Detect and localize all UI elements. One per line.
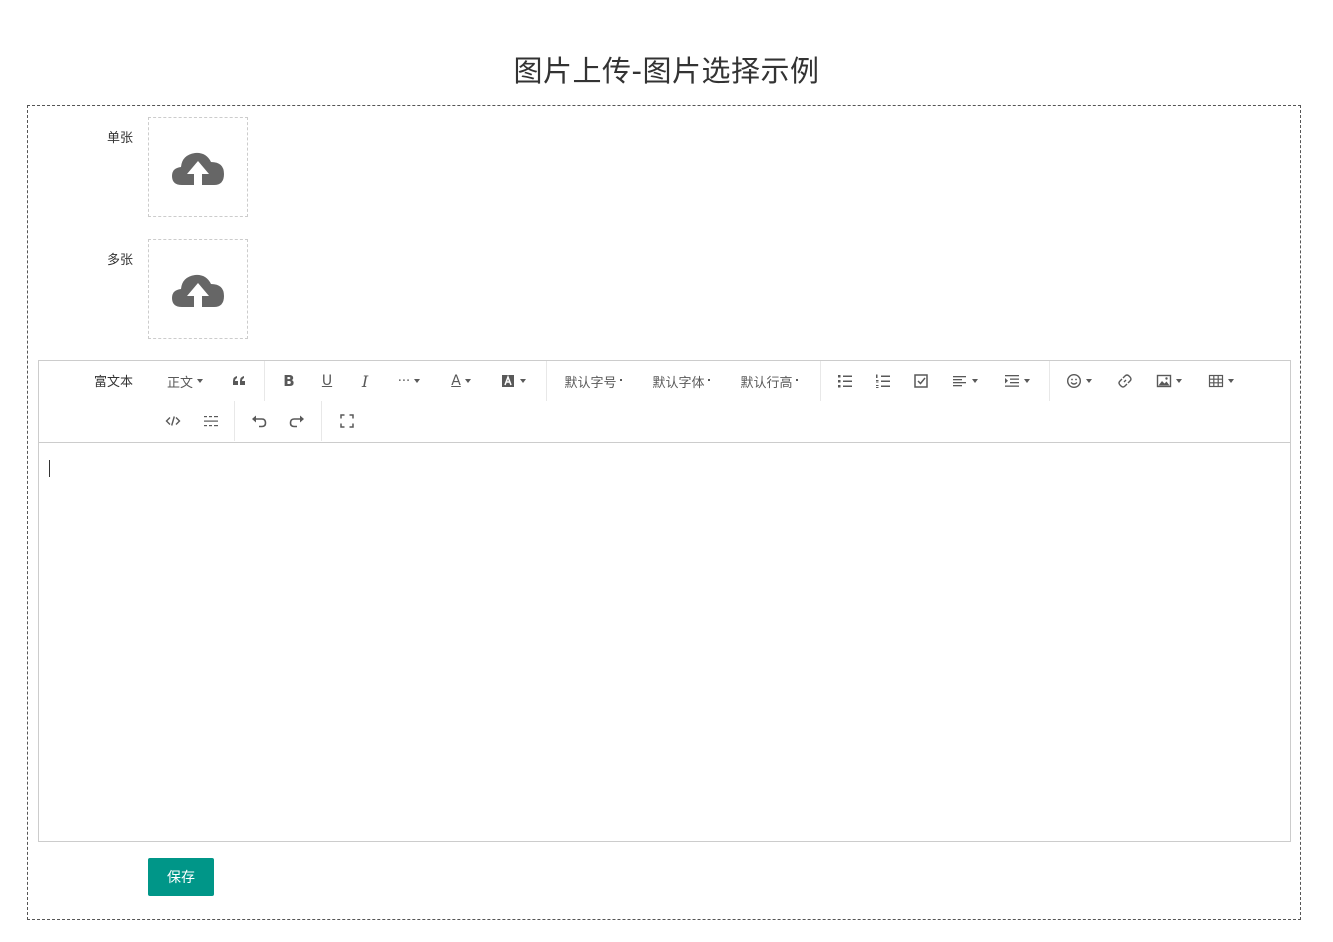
- code-button[interactable]: [155, 406, 191, 436]
- background-color-button[interactable]: [493, 366, 533, 396]
- more-icon: ···: [397, 373, 411, 389]
- bold-icon: B: [283, 372, 295, 390]
- toolbar-divider: [264, 361, 265, 401]
- multi-upload-button[interactable]: [148, 239, 248, 339]
- fullscreen-icon: [340, 414, 354, 428]
- fullscreen-button[interactable]: [329, 406, 365, 436]
- toolbar-divider: [546, 361, 547, 401]
- undo-button[interactable]: [241, 406, 277, 436]
- single-upload-button[interactable]: [148, 117, 248, 217]
- align-button[interactable]: [945, 366, 985, 396]
- cloud-upload-icon: [172, 274, 224, 307]
- smile-icon: [1066, 373, 1082, 389]
- quote-button[interactable]: [221, 366, 257, 396]
- chevron-down-icon: [197, 379, 203, 383]
- bulleted-list-icon: [838, 375, 852, 388]
- line-height-dropdown[interactable]: 默认行高: [733, 366, 805, 396]
- rich-text-editor: 富文本 正文 B U I ··· A 默认字号 默认字体 默认行高: [38, 360, 1291, 842]
- redo-button[interactable]: [279, 406, 315, 436]
- italic-icon: I: [361, 371, 369, 391]
- line-height-label: 默认行高: [740, 375, 793, 391]
- chevron-down-icon: [464, 379, 471, 383]
- toolbar-divider: [321, 401, 322, 441]
- editor-toolbar: 正文 B U I ··· A 默认字号 默认字体 默认行高: [39, 361, 1290, 443]
- more-styles-button[interactable]: ···: [389, 366, 429, 396]
- editor-content-area[interactable]: [39, 442, 1290, 841]
- text-cursor: [49, 460, 50, 477]
- emoji-button[interactable]: [1059, 366, 1099, 396]
- cloud-upload-icon: [172, 152, 224, 185]
- background-color-icon: [502, 374, 514, 387]
- checkbox-icon: [914, 374, 928, 388]
- horizontal-rule-icon: [204, 416, 218, 427]
- single-upload-label: 单张: [106, 131, 133, 146]
- divider-button[interactable]: [193, 406, 229, 436]
- chevron-down-icon: [619, 378, 622, 381]
- chevron-down-icon: [414, 379, 421, 383]
- bulleted-list-button[interactable]: [827, 366, 863, 396]
- chevron-down-icon: [1086, 379, 1092, 383]
- image-icon: [1156, 374, 1172, 388]
- chevron-down-icon: [520, 379, 526, 383]
- bold-button[interactable]: B: [271, 366, 307, 396]
- toolbar-divider: [820, 361, 821, 401]
- underline-icon: U: [321, 373, 333, 389]
- chevron-down-icon: [972, 379, 978, 383]
- toolbar-divider: [1049, 361, 1050, 401]
- font-color-icon: A: [451, 373, 461, 389]
- save-button[interactable]: 保存: [148, 858, 214, 896]
- undo-icon: [252, 415, 267, 428]
- font-size-dropdown[interactable]: 默认字号: [557, 366, 629, 396]
- insert-table-button[interactable]: [1201, 366, 1241, 396]
- indent-button[interactable]: [997, 366, 1037, 396]
- link-icon: [1118, 374, 1132, 388]
- chevron-down-icon: [707, 378, 710, 381]
- font-family-dropdown[interactable]: 默认字体: [645, 366, 717, 396]
- quote-icon: [233, 376, 245, 385]
- form-container: 单张 多张 富文本 正文 B U I ··· A 默认字号 默认字体 默认行高 …: [27, 105, 1301, 920]
- numbered-list-button[interactable]: [865, 366, 901, 396]
- multi-upload-label: 多张: [106, 253, 133, 268]
- table-icon: [1208, 374, 1224, 388]
- italic-button[interactable]: I: [347, 366, 383, 396]
- font-family-label: 默认字体: [652, 375, 705, 391]
- font-color-button[interactable]: A: [441, 366, 481, 396]
- chevron-down-icon: [1228, 379, 1234, 383]
- redo-icon: [289, 415, 304, 428]
- underline-button[interactable]: U: [309, 366, 345, 396]
- numbered-list-icon: [876, 374, 890, 388]
- page-title: 图片上传-图片选择示例: [513, 54, 820, 88]
- chevron-down-icon: [795, 378, 798, 381]
- toolbar-divider: [234, 401, 235, 441]
- font-size-label: 默认字号: [564, 375, 617, 391]
- heading-dropdown[interactable]: 正文: [157, 366, 213, 396]
- code-icon: [165, 416, 181, 426]
- indent-icon: [1005, 375, 1019, 387]
- insert-image-button[interactable]: [1149, 366, 1189, 396]
- align-left-icon: [953, 376, 966, 387]
- chevron-down-icon: [1024, 379, 1030, 383]
- heading-label: 正文: [166, 375, 193, 391]
- chevron-down-icon: [1176, 379, 1182, 383]
- insert-link-button[interactable]: [1107, 366, 1143, 396]
- todo-list-button[interactable]: [903, 366, 939, 396]
